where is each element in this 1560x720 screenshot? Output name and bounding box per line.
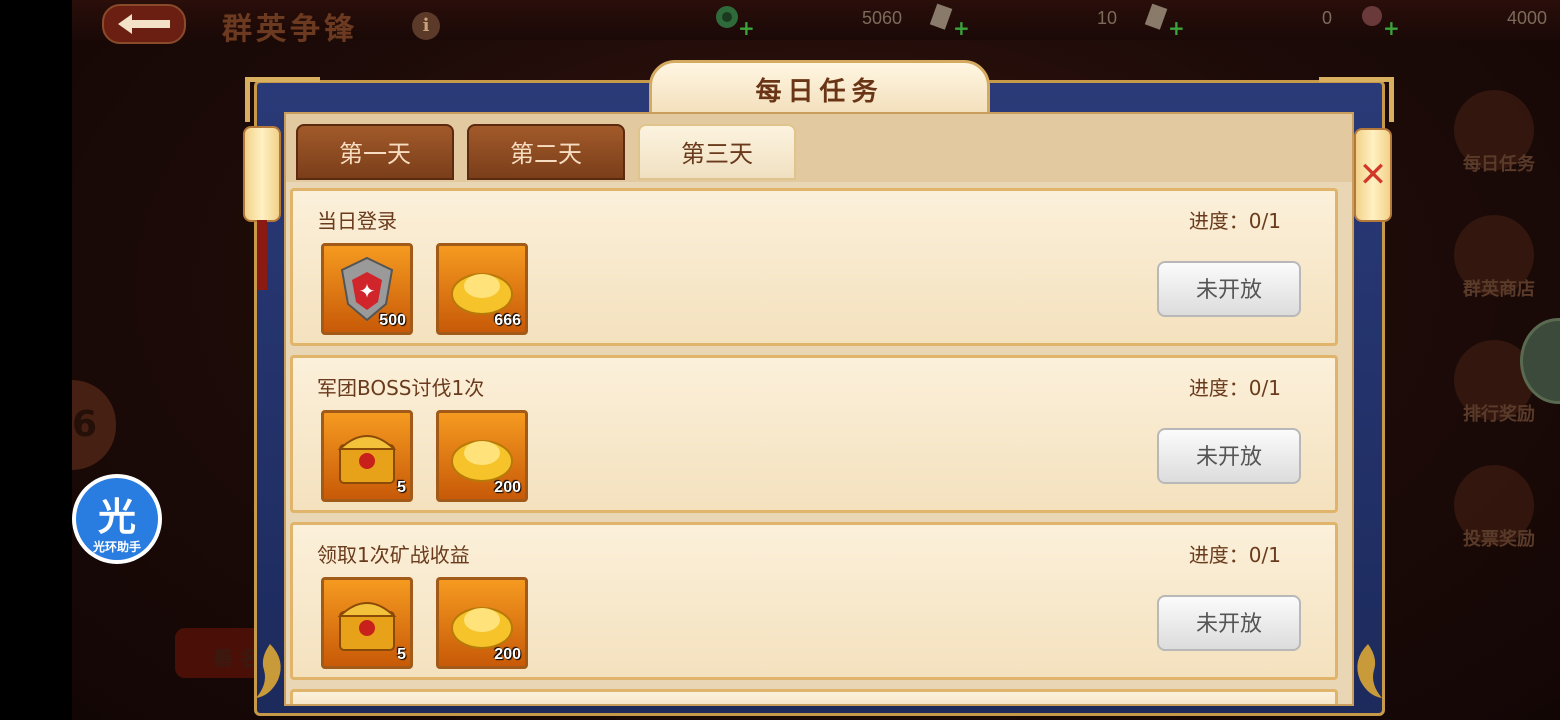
resource-value: 10 <box>1096 8 1117 28</box>
svg-text:✦: ✦ <box>359 279 376 303</box>
add-icon[interactable]: + <box>953 16 970 40</box>
not-open-button[interactable]: 未开放 <box>1157 428 1301 484</box>
not-open-button[interactable]: 未开放 <box>1157 595 1301 651</box>
resource-gear: + 5060 <box>712 0 922 40</box>
side-item-daily-tasks[interactable]: 每日任务 <box>1444 90 1554 215</box>
task-progress: 进度：0/1 <box>1188 543 1281 567</box>
reward-count: 500 <box>379 312 406 329</box>
side-item-shop[interactable]: 群英商店 <box>1444 215 1554 340</box>
side-item-label: 群英商店 <box>1463 279 1535 300</box>
close-button[interactable]: ✕ <box>1354 128 1392 222</box>
resource-scroll: + 10 <box>927 0 1137 40</box>
task-row: 军团BOSS讨伐1次 进度：0/1 5 200 未开放 <box>290 355 1338 513</box>
info-icon[interactable]: i <box>412 12 440 40</box>
add-icon[interactable]: + <box>738 16 755 40</box>
tab-day-1[interactable]: 第一天 <box>296 124 454 180</box>
dragon-ornament-icon <box>1357 644 1382 698</box>
lantern-icon <box>243 126 281 290</box>
resource-horse: + 4000 <box>1357 0 1560 40</box>
reward-item[interactable]: 666 <box>436 243 528 335</box>
reward-count: 5 <box>397 479 406 496</box>
not-open-button[interactable]: 未开放 <box>1157 261 1301 317</box>
reward-item[interactable]: ✦ 500 <box>321 243 413 335</box>
assistant-caption: 光环助手 <box>92 540 141 554</box>
page-title: 群英争锋 <box>222 12 358 47</box>
side-item-label: 投票奖励 <box>1463 529 1535 550</box>
reward-count: 666 <box>494 312 521 329</box>
task-progress: 进度：0/1 <box>1188 376 1281 400</box>
dragon-ornament-icon <box>256 644 281 698</box>
back-button[interactable] <box>102 4 186 44</box>
reward-item[interactable]: 200 <box>436 577 528 669</box>
assistant-glyph: 光 <box>97 495 136 539</box>
tab-day-3[interactable]: 第三天 <box>638 124 796 180</box>
resource-value: 5060 <box>861 8 902 28</box>
task-progress: 进度：0/1 <box>1188 209 1281 233</box>
resource-value: 0 <box>1321 8 1332 28</box>
assistant-float-button[interactable]: 光 光环助手 <box>72 474 162 564</box>
assistant-icon: 光 光环助手 <box>76 478 158 560</box>
treasure-chest-icon <box>337 602 397 651</box>
tab-bar: 第一天 第二天 第三天 <box>286 114 1352 182</box>
side-item-label: 每日任务 <box>1463 154 1535 175</box>
side-item-label: 排行奖励 <box>1463 404 1535 425</box>
task-name: 领取1次矿战收益 <box>317 543 470 567</box>
treasure-chest-icon <box>337 435 397 484</box>
tab-day-2[interactable]: 第二天 <box>467 124 625 180</box>
add-icon[interactable]: + <box>1168 16 1185 40</box>
back-arrow-icon <box>118 14 170 34</box>
resource-scroll-2: + 0 <box>1142 0 1352 40</box>
side-item-vote[interactable]: 投票奖励 <box>1444 465 1554 590</box>
reward-count: 200 <box>494 646 521 663</box>
badge-number: 6 <box>72 404 98 445</box>
dialog-title: 每日任务 <box>755 77 884 107</box>
top-bar: 群英争锋 i + 5060 + 10 + 0 + 4000 <box>72 0 1560 47</box>
reward-item[interactable]: 5 <box>321 410 413 502</box>
task-name: 当日登录 <box>317 209 397 233</box>
task-row-partial <box>290 689 1338 704</box>
task-row: 领取1次矿战收益 进度：0/1 5 200 未开放 <box>290 522 1338 680</box>
resource-value: 4000 <box>1506 8 1547 28</box>
task-name: 军团BOSS讨伐1次 <box>317 376 485 400</box>
reward-item[interactable]: 200 <box>436 410 528 502</box>
reward-count: 5 <box>397 646 406 663</box>
task-row: 当日登录 进度：0/1 ✦ 500 666 未开放 <box>290 188 1338 346</box>
add-icon[interactable]: + <box>1383 16 1400 40</box>
reward-item[interactable]: 5 <box>321 577 413 669</box>
task-panel: 第一天 第二天 第三天 当日登录 进度：0/1 ✦ 500 666 未开放 军团… <box>284 112 1354 706</box>
reward-count: 200 <box>494 479 521 496</box>
